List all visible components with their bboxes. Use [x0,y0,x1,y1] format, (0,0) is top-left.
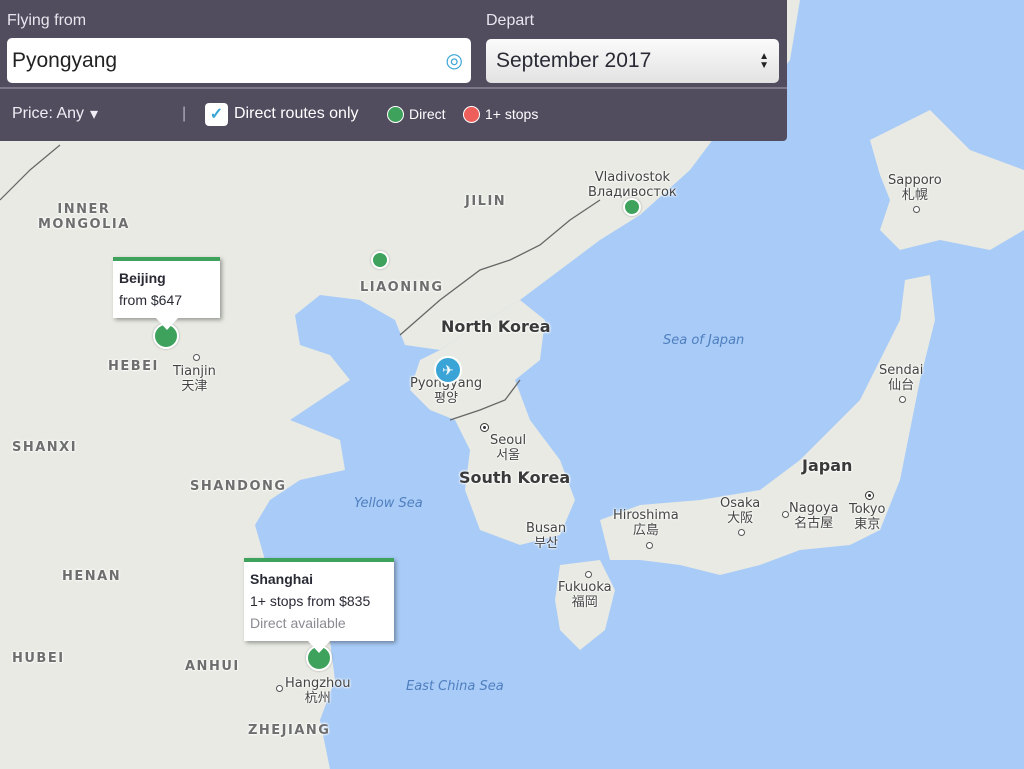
region-label: LIAONING [360,280,444,295]
legend-dot-red-icon [463,105,480,123]
popup-note: Direct available [250,615,346,631]
region-label: JILIN [465,194,507,209]
city-label-seoul: Seoul 서울 [490,433,527,463]
popup-price: from $647 [119,292,183,308]
depart-value: September 2017 [496,49,652,72]
city-dot [585,571,592,578]
legend-label: Direct [409,106,446,122]
city-label-vladivostok: Vladivostok Владивосток [588,170,677,200]
capital-dot [865,491,874,500]
city-dot [738,529,745,536]
depart-select[interactable]: September 2017 ▲ ▼ [486,39,779,83]
city-label-sendai: Sendai 仙台 [879,363,924,393]
region-label: INNER MONGOLIA [38,202,130,232]
region-label: HEBEI [108,359,159,374]
price-filter-dropdown[interactable]: Price: Any ▾ [12,104,98,124]
popup-city: Shanghai [250,571,314,587]
city-label-hangzhou: Hangzhou 杭州 [285,676,351,706]
region-label: ZHEJIANG [248,723,331,738]
legend-direct: Direct [387,105,446,123]
popup-shanghai[interactable]: Shanghai 1+ stops from $835 Direct avail… [244,558,394,653]
destination-pin-liaoning[interactable] [371,251,389,269]
sea-label: East China Sea [406,679,504,694]
capital-dot [480,423,489,432]
legend-label: 1+ stops [485,106,539,122]
caret-down-icon: ▾ [90,106,99,123]
locate-icon[interactable]: ◎ [446,48,463,73]
city-dot [646,542,653,549]
from-value: Pyongyang [12,48,118,72]
divider: | [182,105,187,122]
city-label-osaka: Osaka 大阪 [720,496,761,526]
plane-icon: ✈ [442,361,454,378]
city-label-hiroshima: Hiroshima 広島 [613,508,679,538]
origin-airport-marker[interactable]: ✈ [434,356,462,384]
popup-beijing[interactable]: Beijing from $647 [113,257,220,330]
region-label: HUBEI [12,651,65,666]
direct-routes-label: Direct routes only [234,105,359,122]
direct-routes-checkbox[interactable]: ✓ Direct routes only [205,102,359,126]
city-label-sapporo: Sapporo 札幌 [888,173,942,203]
popup-price: 1+ stops from $835 [250,593,371,609]
popup-city: Beijing [119,270,166,286]
flying-from-input[interactable]: Pyongyang ◎ [7,38,471,83]
destination-pin-vladivostok[interactable] [623,198,641,216]
city-label-busan: Busan 부산 [526,521,567,551]
city-label-tokyo: Tokyo 東京 [849,502,886,532]
region-label: SHANXI [12,440,78,455]
sea-label: Sea of Japan [663,333,745,348]
city-dot [899,396,906,403]
country-label: Japan [802,456,853,475]
city-dot [276,685,283,692]
city-label-fukuoka: Fukuoka 福岡 [558,580,612,610]
depart-label: Depart [486,12,535,29]
city-label-tianjin: Tianjin 天津 [173,364,216,394]
city-dot [193,354,200,361]
select-arrows-icon: ▲ ▼ [759,51,769,71]
search-panel: Flying from Pyongyang ◎ Depart September… [0,0,787,141]
legend-stops: 1+ stops [463,105,539,123]
price-filter-label: Price: Any [12,105,85,122]
region-label: SHANDONG [190,479,287,494]
legend-dot-green-icon [387,105,404,123]
region-label: HENAN [62,569,122,584]
city-dot [913,206,920,213]
region-label: ANHUI [185,659,240,674]
city-dot [782,511,789,518]
from-label: Flying from [7,12,87,29]
country-label: North Korea [441,317,551,336]
check-icon[interactable]: ✓ [205,102,228,126]
country-label: South Korea [459,468,571,487]
sea-label: Yellow Sea [354,496,423,511]
city-label-nagoya: Nagoya 名古屋 [789,501,839,531]
